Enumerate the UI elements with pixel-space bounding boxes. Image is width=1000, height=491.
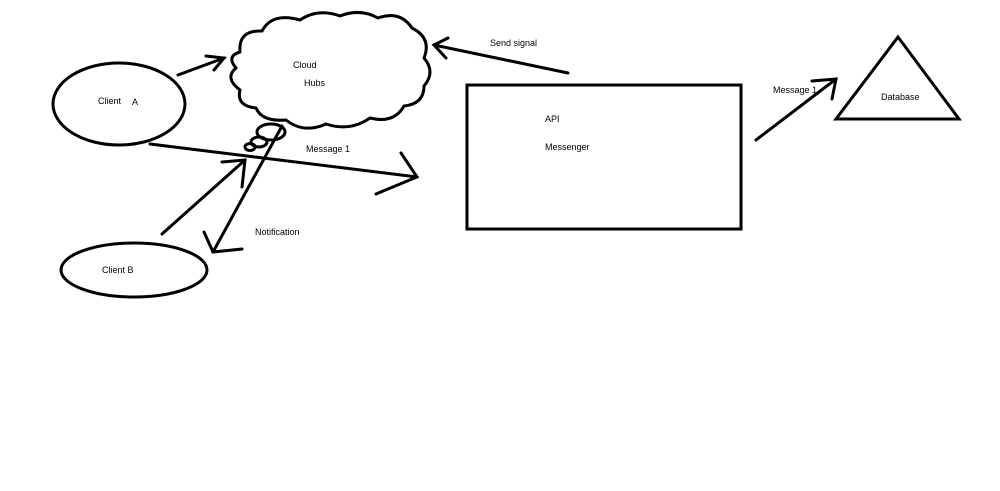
cloud-shape	[229, 11, 432, 130]
arrow-send-signal-shaft	[432, 43, 570, 75]
arrow-client-a-to-cloud	[176, 54, 227, 77]
arrow-client-b-to-cloud	[160, 158, 247, 236]
client-b-label: Client B	[102, 265, 134, 275]
client-a-node: Client A	[51, 61, 187, 147]
client-b-node: Client B	[59, 241, 209, 299]
cloud-hubs-node: Cloud Hubs	[229, 11, 432, 152]
client-b-ellipse	[59, 241, 209, 299]
arrow-client-a-to-api	[148, 142, 420, 196]
database-label: Database	[881, 92, 920, 102]
api-messenger-node: API Messenger	[465, 83, 743, 231]
architecture-diagram: Client A Client B Cloud Hubs API Messeng…	[51, 11, 962, 299]
message-1-label-right: Message 1	[773, 85, 817, 95]
cloud-label-line1: Cloud	[293, 60, 317, 70]
message-1-label-left: Message 1	[306, 144, 350, 154]
database-triangle	[832, 34, 962, 121]
api-label: API	[545, 114, 560, 124]
client-a-label: Client	[98, 96, 122, 106]
notification-label: Notification	[255, 227, 300, 237]
arrow-client-a-to-api-shaft	[148, 142, 419, 179]
api-messenger-box	[465, 83, 743, 231]
send-signal-label: Send signal	[490, 38, 537, 48]
cloud-label-line2: Hubs	[304, 78, 326, 88]
arrow-client-b-to-cloud-shaft	[160, 158, 247, 236]
messenger-label: Messenger	[545, 142, 590, 152]
database-node: Database	[832, 34, 962, 121]
client-a-letter: A	[132, 97, 138, 107]
cloud-bubble-small	[243, 142, 257, 152]
